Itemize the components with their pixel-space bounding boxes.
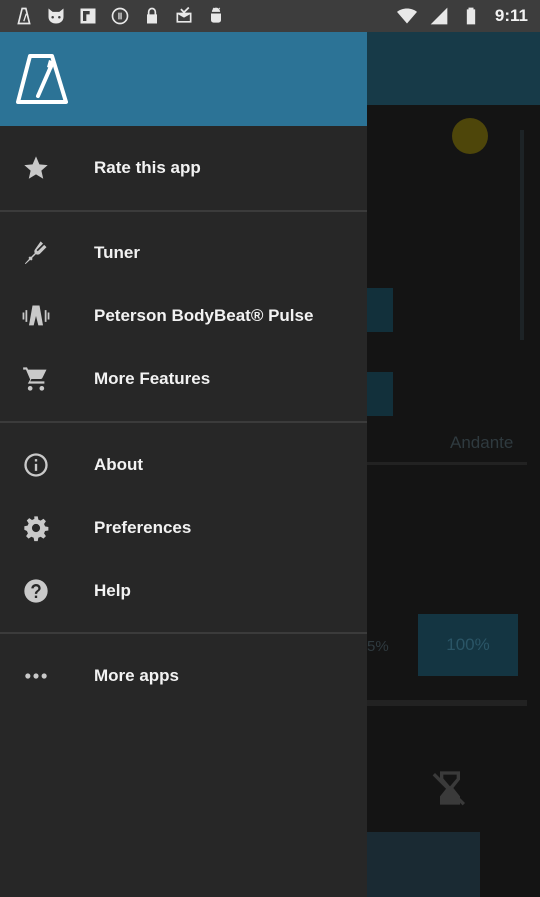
- hourglass-icon: [430, 768, 470, 808]
- clock-time: 9:11: [494, 6, 528, 25]
- menu-item-label: More Features: [94, 369, 211, 388]
- more-dots-icon: [22, 662, 50, 690]
- wifi-icon: [396, 6, 417, 26]
- star-icon: [22, 154, 50, 182]
- background-slider: [367, 700, 527, 706]
- settings-circle-icon: [110, 6, 130, 26]
- tuning-fork-icon: [22, 239, 50, 267]
- menu-item-label: Peterson BodyBeat® Pulse: [94, 306, 314, 325]
- background-tile: [367, 288, 393, 332]
- menu-item-label: Help: [94, 581, 131, 600]
- menu-item-label: More apps: [94, 666, 180, 685]
- help-icon: [22, 577, 50, 605]
- menu-item-more-features[interactable]: More Features: [0, 349, 367, 409]
- android-icon: [206, 6, 226, 26]
- background-percent-label: 5%: [367, 638, 389, 655]
- drawer-header: [0, 32, 367, 126]
- background-divider: [367, 462, 527, 465]
- menu-divider: [0, 210, 367, 212]
- menu-divider: [0, 421, 367, 423]
- menu-item-help[interactable]: Help: [0, 561, 367, 621]
- menu-item-label: About: [94, 455, 144, 474]
- menu-item-about[interactable]: About: [0, 435, 367, 495]
- cart-icon: [22, 365, 50, 393]
- metronome-app-icon: [14, 6, 34, 26]
- menu-item-label: Tuner: [94, 243, 140, 262]
- battery-icon: [461, 6, 481, 26]
- lock-icon: [142, 6, 162, 26]
- flipboard-icon: [78, 6, 98, 26]
- background-tile: [367, 372, 393, 416]
- background-percent-value: 100%: [446, 635, 490, 654]
- menu-item-label: Preferences: [94, 518, 192, 537]
- background-percent-button: 100%: [418, 614, 518, 676]
- menu-item-preferences[interactable]: Preferences: [0, 498, 367, 558]
- vibration-icon: [22, 302, 50, 330]
- menu-item-tuner[interactable]: Tuner: [0, 223, 367, 283]
- cat-face-icon: [46, 6, 66, 26]
- gear-icon: [22, 514, 50, 542]
- background-bottom-panel: [366, 832, 480, 897]
- status-bar: 9:11: [0, 0, 540, 32]
- menu-item-rate-this-app[interactable]: Rate this app: [0, 138, 367, 198]
- background-tempo-label: Andante: [450, 433, 514, 452]
- mail-check-icon: [174, 6, 194, 26]
- background-beat-indicator: [452, 118, 488, 154]
- menu-item-bodybeat-pulse[interactable]: Peterson BodyBeat® Pulse: [0, 286, 367, 346]
- menu-divider: [0, 632, 367, 634]
- menu-item-label: Rate this app: [94, 158, 201, 177]
- app-logo-icon: [16, 52, 68, 106]
- navigation-drawer: Rate this app Tuner Peterson BodyBeat® P…: [0, 32, 367, 897]
- info-icon: [22, 451, 50, 479]
- menu-item-more-apps[interactable]: More apps: [0, 646, 367, 706]
- signal-icon: [429, 6, 449, 26]
- background-divider: [520, 130, 524, 340]
